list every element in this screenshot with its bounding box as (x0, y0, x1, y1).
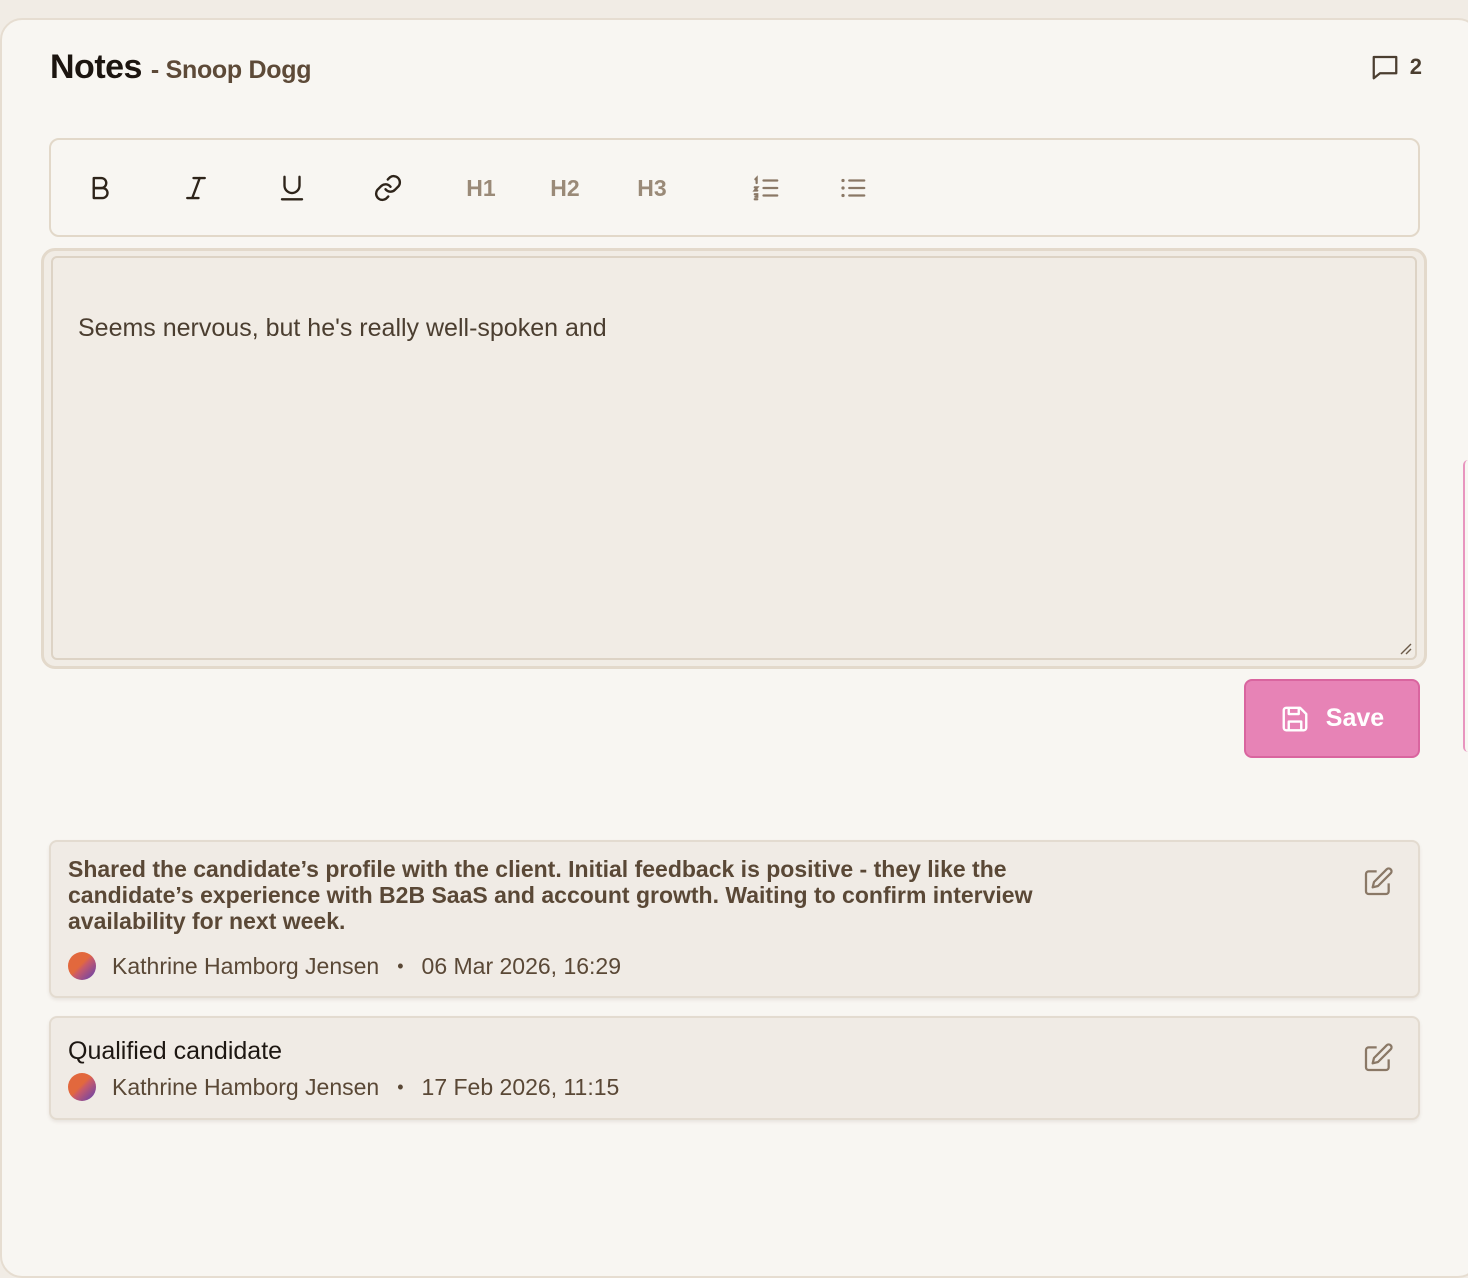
ordered-list-button[interactable] (739, 162, 793, 214)
page-title-text: Notes (50, 48, 142, 86)
heading-2-label: H2 (550, 174, 580, 201)
note-card: Shared the candidate’s profile with the … (49, 840, 1420, 998)
avatar (68, 952, 96, 980)
page-title: Notes - Snoop Dogg (50, 48, 311, 87)
ordered-list-icon (752, 175, 779, 201)
note-textarea[interactable]: Seems nervous, but he's really well-spok… (51, 256, 1417, 660)
edit-icon[interactable] (1362, 866, 1394, 898)
heading-3-label: H3 (637, 174, 667, 201)
candidate-name: - Snoop Dogg (150, 56, 312, 84)
underline-button[interactable] (265, 162, 319, 214)
note-author: Kathrine Hamborg Jensen (112, 1073, 380, 1100)
heading-1-button[interactable]: H1 (454, 162, 508, 214)
save-button[interactable]: Save (1244, 679, 1420, 758)
meta-separator: • (397, 955, 404, 976)
save-icon (1282, 706, 1308, 731)
note-timestamp: 06 Mar 2026, 16:29 (421, 952, 622, 979)
comment-count-button[interactable]: 2 (1370, 52, 1422, 82)
meta-separator: • (397, 1076, 404, 1097)
note-meta: Kathrine Hamborg Jensen • 06 Mar 2026, 1… (68, 952, 621, 980)
notes-header: Notes - Snoop Dogg 2 (50, 48, 1422, 88)
bullet-list-button[interactable] (826, 162, 880, 214)
heading-3-button[interactable]: H3 (625, 162, 679, 214)
heading-1-label: H1 (466, 174, 496, 201)
note-card: Qualified candidate Kathrine Hamborg Jen… (49, 1016, 1420, 1120)
note-body: Qualified candidate (68, 1037, 283, 1065)
comment-count: 2 (1409, 54, 1422, 79)
heading-2-button[interactable]: H2 (538, 162, 592, 214)
bullet-list-icon (841, 178, 866, 198)
side-panel-edge (1463, 460, 1468, 752)
note-author: Kathrine Hamborg Jensen (112, 952, 380, 979)
resize-handle-icon[interactable] (1396, 639, 1412, 655)
note-editor-text: Seems nervous, but he's really well-spok… (78, 314, 607, 342)
comment-icon (1372, 55, 1398, 80)
italic-icon (186, 176, 206, 200)
avatar (68, 1073, 96, 1101)
link-button[interactable] (361, 162, 415, 214)
note-timestamp: 17 Feb 2026, 11:15 (421, 1073, 620, 1100)
note-body: Shared the candidate’s profile with the … (68, 856, 1033, 934)
save-button-label: Save (1325, 704, 1385, 732)
italic-button[interactable] (169, 162, 223, 214)
editor-toolbar: H1 H2 H3 (49, 138, 1420, 237)
underline-icon (280, 175, 304, 201)
note-meta: Kathrine Hamborg Jensen • 17 Feb 2026, 1… (68, 1073, 619, 1101)
edit-icon[interactable] (1362, 1042, 1394, 1074)
bold-button[interactable] (73, 162, 127, 214)
link-icon (374, 174, 402, 202)
note-editor[interactable]: Seems nervous, but he's really well-spok… (41, 248, 1427, 669)
bold-icon (92, 176, 109, 200)
